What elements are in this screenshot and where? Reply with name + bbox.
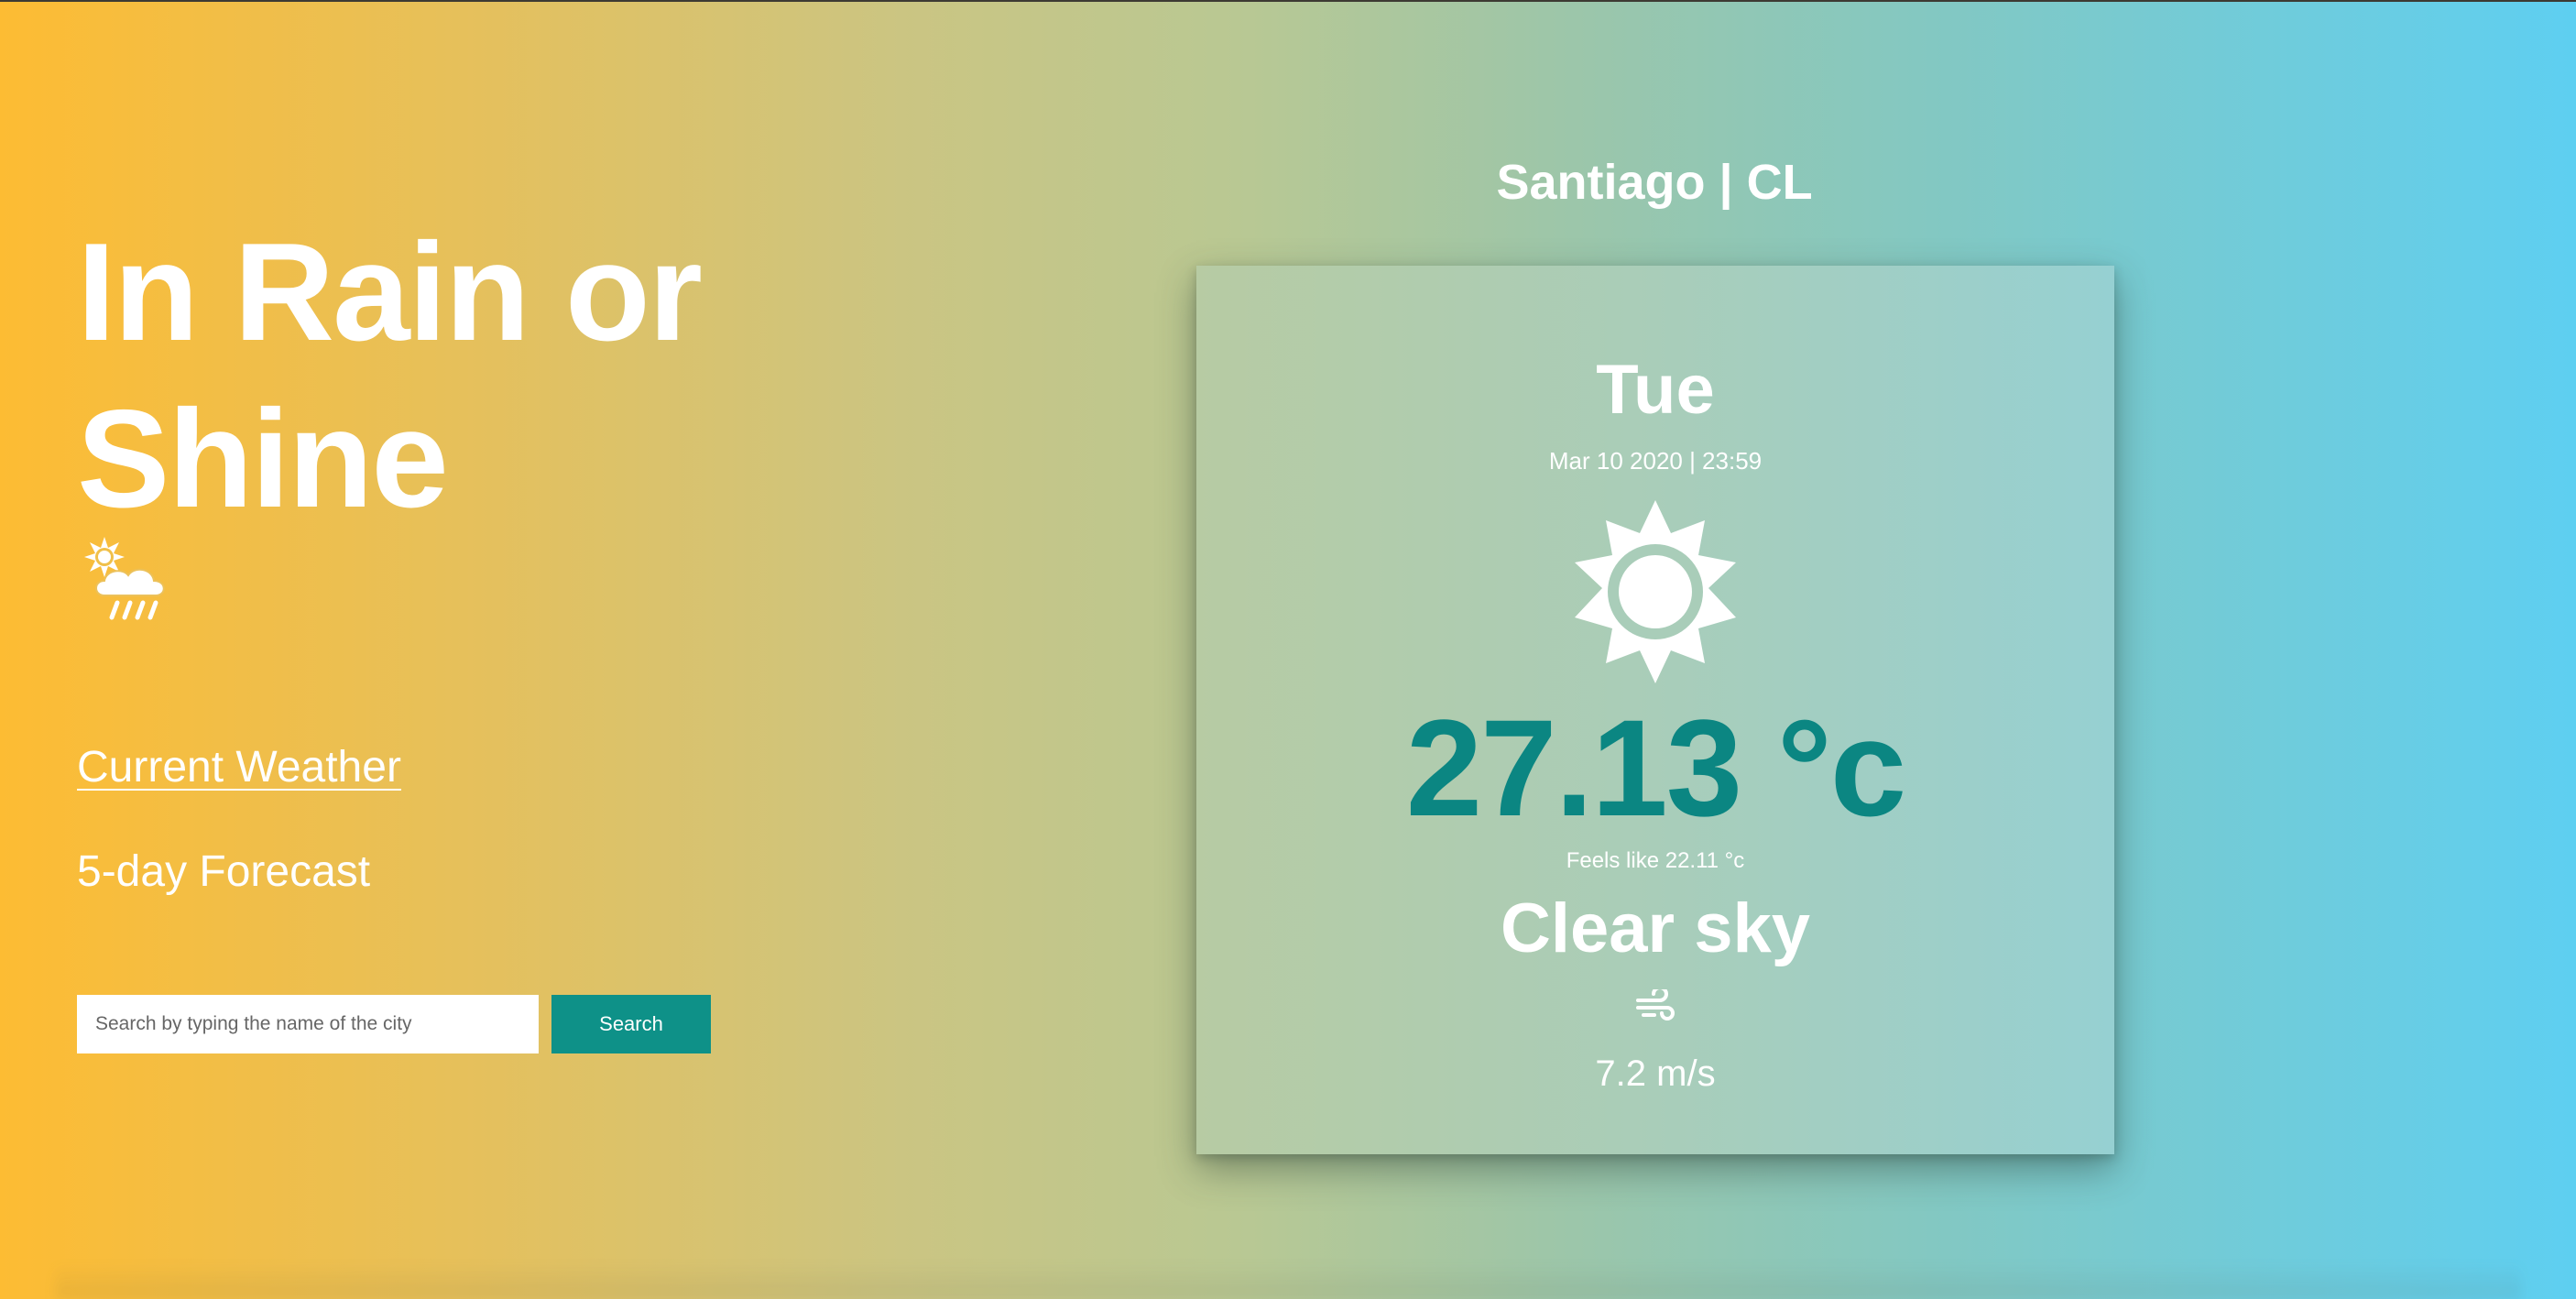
weather-datetime: Mar 10 2020 | 23:59 — [1548, 447, 1763, 475]
sun-icon — [1575, 500, 1736, 683]
temperature-value: 27.13 °c — [1405, 691, 1906, 845]
app-title: In Rain or Shine — [77, 214, 703, 537]
feels-like-text: Feels like 22.11 °c — [1566, 848, 1745, 873]
sun-cloud-rain-icon — [84, 537, 165, 620]
wind-speed: 7.2 m/s — [1595, 1053, 1716, 1094]
bottom-shadow — [55, 1262, 2521, 1299]
weather-day: Tue — [1596, 351, 1715, 429]
city-search-input[interactable] — [77, 995, 539, 1053]
search-button[interactable]: Search — [551, 995, 711, 1053]
wind-icon — [1636, 989, 1675, 1021]
weather-card: Tue Mar 10 2020 | 23:59 27.13 °c Feels l… — [1196, 266, 2114, 1154]
weather-description: Clear sky — [1500, 890, 1811, 967]
nav-5-day-forecast[interactable]: 5-day Forecast — [77, 846, 370, 897]
location-title: Santiago | CL — [1496, 155, 1813, 210]
top-border — [0, 0, 2576, 2]
nav-current-weather[interactable]: Current Weather — [77, 742, 401, 792]
